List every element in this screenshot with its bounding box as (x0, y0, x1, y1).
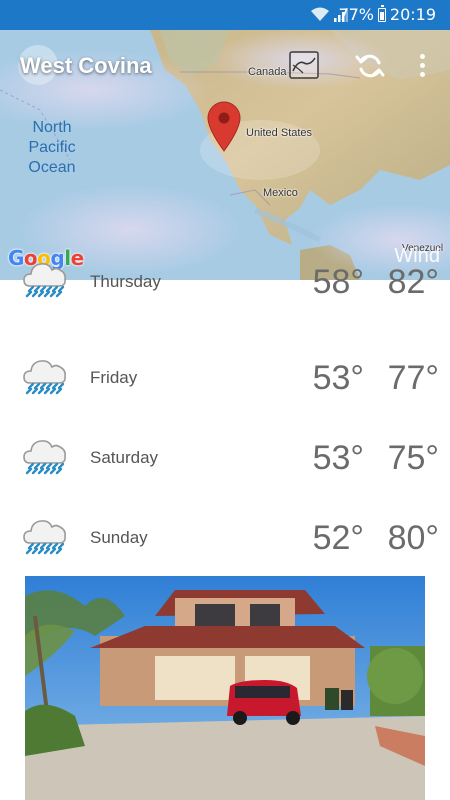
battery-icon (378, 5, 386, 22)
rain-cloud-icon (22, 433, 68, 479)
forecast-row[interactable]: Thursday 58° 82° (0, 264, 450, 344)
weather-map[interactable]: Canada United States Mexico Venezuel Nor… (0, 30, 450, 280)
location-photo[interactable] (25, 576, 425, 800)
map-label-united-states: United States (246, 127, 313, 139)
forecast-low: 58° (312, 263, 364, 301)
forecast-low: 52° (312, 519, 364, 557)
clock: 20:19 (389, 5, 436, 24)
forecast-high: 77° (387, 359, 439, 397)
rain-cloud-icon (22, 256, 68, 302)
rain-cloud-icon (22, 513, 68, 559)
forecast-low: 53° (312, 439, 364, 477)
forecast-day: Friday (90, 368, 138, 387)
forecast-row[interactable]: Friday 53° 77° (0, 344, 450, 424)
forecast-high: 82° (387, 263, 439, 301)
forecast-high: 80° (387, 519, 439, 557)
status-bar: 77% 20:19 (0, 0, 450, 30)
battery-percentage: 77% (338, 5, 374, 24)
map-label-canada: Canada (248, 66, 287, 78)
forecast-row[interactable]: Sunday 52° 80° (0, 504, 450, 584)
location-pin-icon[interactable] (206, 100, 242, 152)
layers-icon[interactable] (289, 51, 319, 79)
forecast-row[interactable]: Saturday 53° 75° (0, 424, 450, 504)
more-vert-icon[interactable] (412, 50, 432, 82)
map-label-ocean: North Pacific Ocean (28, 119, 76, 176)
rain-cloud-icon (22, 353, 68, 399)
forecast-day: Sunday (90, 528, 148, 547)
forecast-day: Saturday (90, 448, 159, 467)
forecast-day: Thursday (90, 272, 161, 291)
forecast-low: 53° (312, 359, 364, 397)
city-title: West Covina (20, 53, 152, 78)
wifi-icon (311, 7, 329, 21)
refresh-icon[interactable] (354, 50, 386, 82)
map-label-mexico: Mexico (263, 187, 298, 199)
forecast-high: 75° (387, 439, 439, 477)
house-photo-image (25, 576, 425, 800)
